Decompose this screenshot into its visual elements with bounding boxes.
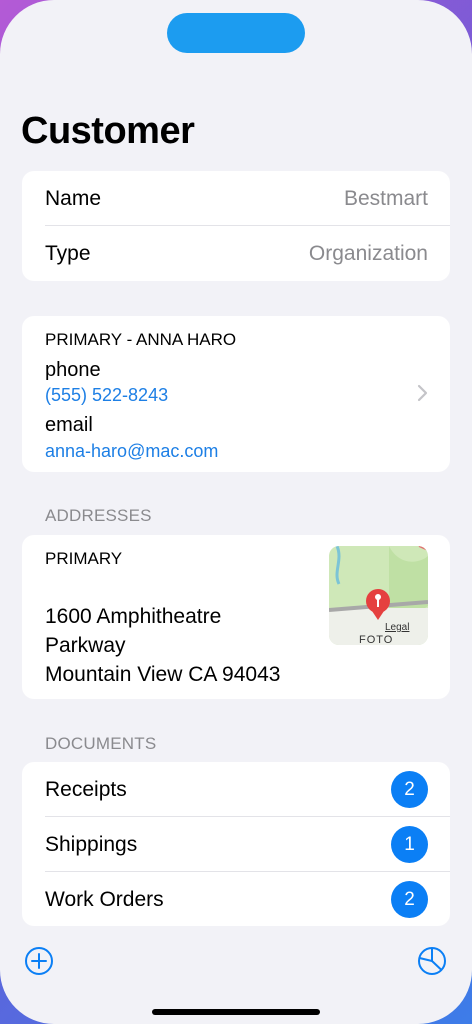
map-street-text: FOTO [359,634,394,645]
address-heading: PRIMARY [45,549,123,568]
count-badge: 2 [391,771,428,808]
count-badge: 1 [391,826,428,863]
document-row-receipts[interactable]: Receipts [45,776,428,803]
document-row-work-orders[interactable]: Work Orders [45,886,428,913]
map-legal-link[interactable]: Legal [385,622,409,633]
chevron-right-icon [417,384,428,402]
address-line-1: 1600 Amphitheatre [45,605,222,628]
pie-chart-icon[interactable] [417,946,447,976]
page-title: Customer [21,110,195,152]
document-label: Receipts [45,777,127,801]
details-card: Name Bestmart Type Organization [22,171,450,281]
type-value: Organization [308,241,428,265]
contact-card[interactable]: PRIMARY - ANNA HARO phone (555) 522-8243… [22,316,450,472]
document-row-shippings[interactable]: Shippings [45,831,428,858]
map-image [329,546,428,645]
name-value: Bestmart [343,186,428,210]
document-label: Shippings [45,832,138,856]
contact-heading: PRIMARY - ANNA HARO [45,330,237,349]
address-line-2: Parkway [45,634,126,657]
phone-link[interactable]: (555) 522-8243 [45,385,168,406]
email-label: email [45,414,93,436]
email-link[interactable]: anna-haro@mac.com [45,441,218,462]
divider [45,225,450,226]
dynamic-island [167,13,305,53]
phone-label: phone [45,359,101,381]
name-label: Name [45,186,102,210]
addresses-section-label: ADDRESSES [45,506,152,525]
type-label: Type [45,241,91,265]
divider [45,816,450,817]
count-badge: 2 [391,881,428,918]
address-card[interactable]: PRIMARY 1600 Amphitheatre Parkway Mounta… [22,535,450,699]
map-thumbnail[interactable]: FOTO Legal [329,546,428,645]
plus-circle-icon[interactable] [24,946,54,976]
divider [45,871,450,872]
documents-section-label: DOCUMENTS [45,734,157,753]
address-line-3: Mountain View CA 94043 [45,663,281,686]
document-label: Work Orders [45,887,164,911]
name-row[interactable]: Name Bestmart [45,185,428,212]
home-indicator[interactable] [152,1009,320,1015]
documents-card: Receipts 2 Shippings 1 Work Orders 2 [22,762,450,926]
type-row[interactable]: Type Organization [45,240,428,267]
app-screen: Customer Name Bestmart Type Organization… [0,0,472,1024]
